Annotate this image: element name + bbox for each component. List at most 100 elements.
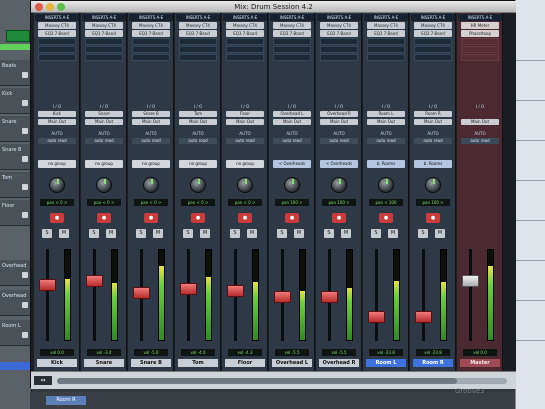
insert-slot-empty[interactable] (461, 38, 499, 45)
track-name[interactable]: Tom (178, 359, 218, 367)
input-selector[interactable]: Room R (414, 111, 452, 117)
pan-knob[interactable] (96, 177, 112, 193)
insert-slot[interactable]: EQ3 7-Band (273, 30, 311, 37)
group-selector[interactable]: < Overheads (320, 160, 358, 168)
volume-fader[interactable] (462, 274, 479, 287)
insert-slot[interactable]: Massey CT4 (132, 22, 170, 29)
insert-slot[interactable]: EQ3 7-Band (132, 30, 170, 37)
track-name[interactable]: Floor (225, 359, 265, 367)
track-name[interactable]: Master (460, 359, 500, 367)
output-selector[interactable]: Main Out (320, 119, 358, 125)
insert-slot[interactable]: EQ3 7-Band (414, 30, 452, 37)
mute-button[interactable]: M (247, 229, 257, 238)
insert-slot[interactable]: Massey CT4 (85, 22, 123, 29)
automation-mode[interactable]: auto read (320, 138, 358, 144)
insert-slot[interactable]: EQ3 7-Band (85, 30, 123, 37)
automation-mode[interactable]: auto read (226, 138, 264, 144)
insert-slot-empty[interactable] (226, 54, 264, 61)
insert-slot-empty[interactable] (367, 46, 405, 53)
mute-button[interactable]: M (435, 229, 445, 238)
view-options-button[interactable]: ⇔ (34, 376, 52, 385)
pan-knob[interactable] (425, 177, 441, 193)
group-selector[interactable]: no group (38, 160, 76, 168)
automation-mode[interactable]: auto read (85, 138, 123, 144)
solo-button[interactable]: S (89, 229, 99, 238)
automation-mode[interactable]: auto read (132, 138, 170, 144)
record-button[interactable]: ● (191, 213, 205, 223)
automation-mode[interactable]: auto read (461, 138, 499, 144)
pan-knob[interactable] (190, 177, 206, 193)
insert-slot-empty[interactable] (367, 38, 405, 45)
track-name[interactable]: Snare B (131, 359, 171, 367)
group-selector[interactable]: no group (179, 160, 217, 168)
insert-slot-empty[interactable] (85, 38, 123, 45)
bottom-track-name[interactable]: Room R (46, 396, 86, 405)
pan-knob[interactable] (143, 177, 159, 193)
sidebar-solo-button[interactable] (22, 302, 28, 308)
insert-slot-empty[interactable] (226, 46, 264, 53)
record-button[interactable]: ● (379, 213, 393, 223)
insert-slot[interactable]: Massey CT4 (320, 22, 358, 29)
volume-fader[interactable] (274, 290, 291, 303)
insert-slot-empty[interactable] (320, 46, 358, 53)
record-button[interactable]: ● (144, 213, 158, 223)
sidebar-solo-button[interactable] (22, 128, 28, 134)
track-name[interactable]: Overhead L (272, 359, 312, 367)
mute-button[interactable]: M (388, 229, 398, 238)
input-selector[interactable]: Overhead L (273, 111, 311, 117)
horizontal-scrollbar[interactable] (57, 378, 507, 384)
solo-button[interactable]: S (230, 229, 240, 238)
insert-slot-empty[interactable] (132, 54, 170, 61)
sidebar-track[interactable]: Tom (0, 172, 32, 198)
pan-knob[interactable] (49, 177, 65, 193)
insert-slot[interactable]: EQ3 7-Band (179, 30, 217, 37)
solo-button[interactable]: S (371, 229, 381, 238)
volume-fader[interactable] (227, 285, 244, 297)
record-button[interactable]: ● (426, 213, 440, 223)
automation-mode[interactable]: auto read (179, 138, 217, 144)
insert-slot-empty[interactable] (320, 54, 358, 61)
insert-slot-empty[interactable] (85, 54, 123, 61)
output-selector[interactable]: Main Out (85, 119, 123, 125)
record-button[interactable]: ● (332, 213, 346, 223)
sidebar-track[interactable]: Overhead R (0, 290, 32, 316)
insert-slot[interactable]: Massey CT4 (367, 22, 405, 29)
output-selector[interactable]: Main Out (414, 119, 452, 125)
group-selector[interactable]: no group (85, 160, 123, 168)
solo-button[interactable]: S (277, 229, 287, 238)
input-selector[interactable]: Snare B (132, 111, 170, 117)
output-selector[interactable]: Main Out (367, 119, 405, 125)
pan-knob[interactable] (284, 177, 300, 193)
sidebar-track[interactable]: Floor (0, 200, 32, 226)
volume-fader[interactable] (180, 282, 197, 295)
solo-button[interactable]: S (42, 229, 52, 238)
sidebar-track[interactable]: Snare B (0, 144, 32, 170)
insert-slot-empty[interactable] (273, 54, 311, 61)
insert-slot-empty[interactable] (38, 46, 76, 53)
automation-mode[interactable]: auto read (367, 138, 405, 144)
input-selector[interactable]: Tom (179, 111, 217, 117)
record-button[interactable]: ● (285, 213, 299, 223)
insert-slot-empty[interactable] (273, 46, 311, 53)
sidebar-track[interactable]: Snare (0, 116, 32, 142)
input-selector[interactable]: Floor (226, 111, 264, 117)
solo-button[interactable]: S (183, 229, 193, 238)
volume-fader[interactable] (39, 279, 56, 292)
insert-slot-empty[interactable] (414, 54, 452, 61)
mute-button[interactable]: M (294, 229, 304, 238)
automation-mode[interactable]: auto read (273, 138, 311, 144)
volume-fader[interactable] (133, 287, 150, 300)
volume-fader[interactable] (415, 310, 432, 323)
sidebar-solo-button[interactable] (22, 100, 28, 106)
record-button[interactable]: ● (50, 213, 64, 223)
title-bar[interactable]: Mix: Drum Session 4.2 (31, 1, 516, 13)
scrollbar-thumb[interactable] (57, 378, 457, 384)
insert-slot-empty[interactable] (367, 54, 405, 61)
insert-slot-empty[interactable] (132, 46, 170, 53)
sidebar-solo-button[interactable] (22, 184, 28, 190)
mute-button[interactable]: M (106, 229, 116, 238)
solo-button[interactable]: S (418, 229, 428, 238)
insert-slot-empty[interactable] (273, 38, 311, 45)
insert-slot-empty[interactable] (132, 38, 170, 45)
insert-slot-empty[interactable] (179, 46, 217, 53)
